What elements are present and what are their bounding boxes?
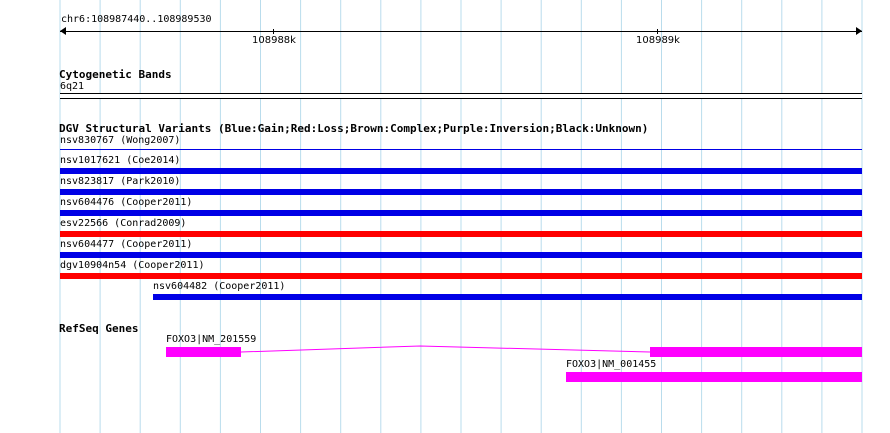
gene-label: FOXO3|NM_001455 (566, 359, 657, 370)
gene-exon[interactable] (650, 347, 862, 357)
gene-intron-line (240, 345, 651, 353)
gene-exon[interactable] (566, 372, 862, 382)
gene-exon[interactable] (166, 347, 241, 357)
